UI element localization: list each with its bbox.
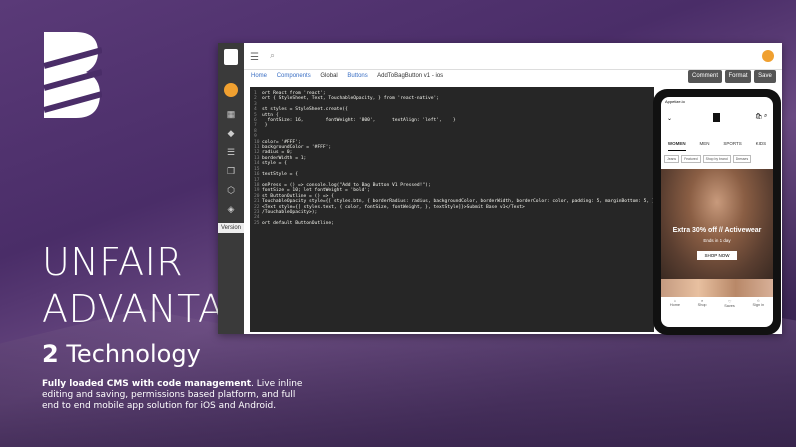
code-line[interactable]: 25 ort default ButtonOutline; <box>254 221 654 226</box>
tab-sports[interactable]: SPORTS <box>723 141 741 151</box>
brand-logo <box>43 32 102 118</box>
nav-saves[interactable]: ♡ Saves <box>724 299 735 315</box>
search-icon[interactable]: ⌕ <box>270 50 275 61</box>
shop-now-button[interactable]: SHOP NOW <box>697 251 737 260</box>
version-tab[interactable]: Version <box>218 223 244 233</box>
phone-screen: Appetize.io ⌄ 🛍 ⌕ WOMEN MEN SPORTS KIDS … <box>661 97 773 327</box>
menu-icon[interactable]: ☰ <box>250 52 260 63</box>
list-icon[interactable]: ☰ <box>226 147 236 157</box>
breadcrumb-global[interactable]: Global <box>320 73 337 79</box>
slide-description: Fully loaded CMS with code management. L… <box>42 379 312 412</box>
desc-bold: Fully loaded CMS with code management <box>42 379 252 389</box>
product-strip-image[interactable] <box>661 279 773 297</box>
code-text[interactable]: TouchableOpacity style={[ styles.btn, { … <box>262 199 654 204</box>
comment-button[interactable]: Comment <box>688 70 722 83</box>
tab-men[interactable]: MEN <box>699 141 709 151</box>
nav-home-label: Home <box>669 303 680 307</box>
breadcrumb-home[interactable]: Home <box>251 73 267 79</box>
chevron-down-icon[interactable]: ⌄ <box>667 115 672 122</box>
code-text[interactable]: <Text style={[ styles.text, { color, fon… <box>262 205 525 210</box>
breadcrumb-components[interactable]: Components <box>277 73 311 79</box>
code-text[interactable]: } <box>262 123 268 128</box>
slide-subtitle: 2 Technology <box>42 340 201 368</box>
code-text[interactable]: fontSize: 16, fontWeight: '800', textAli… <box>262 118 456 123</box>
nav-home[interactable]: ⌂ Home <box>670 299 680 315</box>
cube-icon[interactable]: ⬡ <box>226 185 236 195</box>
code-text[interactable]: ort default ButtonOutline; <box>262 221 334 226</box>
code-text[interactable]: radius = 0; <box>262 150 292 155</box>
code-text[interactable]: ort { StyleSheet, Text, TouchableOpacity… <box>262 96 439 101</box>
tab-women[interactable]: WOMEN <box>667 141 686 151</box>
chip-featured[interactable]: Featured <box>681 155 701 163</box>
nav-saves-label: Saves <box>724 304 735 308</box>
slide-title-line1: UNFAIR <box>42 240 184 284</box>
code-text[interactable]: textStyle = { <box>262 172 298 177</box>
tag-icon[interactable]: ◆ <box>226 128 236 138</box>
bag-icon[interactable]: 🛍 <box>755 113 763 120</box>
app-logo-icon <box>713 113 720 122</box>
subtitle-text: Technology <box>66 340 201 368</box>
hero-title: Extra 30% off // Activewear <box>672 227 762 234</box>
cms-logo-icon <box>224 49 238 65</box>
phone-header: ⌄ 🛍 ⌕ <box>661 109 773 131</box>
code-text[interactable]: st ButtonOutline = () => { <box>262 194 334 199</box>
chip-dresses[interactable]: Dresses <box>732 155 752 163</box>
code-text[interactable]: fontSize = 10; let fontWeight = 'bold'; <box>262 188 370 193</box>
code-editor[interactable]: 1 ort React from 'react'; 2 ort { StyleShee… <box>250 87 654 332</box>
search-icon[interactable]: ⌕ <box>764 113 767 120</box>
hero-subtitle: Ends in 1 day <box>703 238 731 243</box>
subtitle-number: 2 <box>42 340 59 368</box>
cms-topbar <box>218 43 782 70</box>
code-text[interactable]: /TouchableOpacity>); <box>262 210 317 215</box>
save-button[interactable]: Save <box>754 70 776 83</box>
user-avatar-icon[interactable] <box>224 83 238 97</box>
tab-kids[interactable]: KIDS <box>756 141 767 151</box>
chip-shop-by-brand[interactable]: Shop by brand <box>702 155 731 163</box>
copy-icon[interactable]: ❐ <box>226 166 236 176</box>
format-button[interactable]: Format <box>725 70 751 83</box>
code-text[interactable]: color= '#FFF'; <box>262 140 301 145</box>
nav-sign-in[interactable]: ☺ Sign in <box>752 299 764 315</box>
nav-shop-label: Shop <box>697 303 707 307</box>
code-text[interactable]: style = { <box>262 161 287 166</box>
phone-chips: Jeans Featured Shop by brand Dresses <box>664 155 772 163</box>
code-text[interactable]: st styles = StyleSheet.create({ <box>262 107 348 112</box>
phone-tabs: WOMEN MEN SPORTS KIDS <box>661 141 773 151</box>
dashboard-icon[interactable]: ▦ <box>226 109 236 119</box>
phone-status: Appetize.io <box>665 99 685 104</box>
nav-shop[interactable]: ⌕ Shop <box>698 299 707 315</box>
diamond-icon[interactable]: ◈ <box>226 204 236 214</box>
line-number: 25 <box>254 220 260 226</box>
code-text[interactable]: uttn { <box>262 113 279 118</box>
hero-image[interactable] <box>661 169 773 279</box>
code-content[interactable]: 1 ort React from 'react'; 2 ort { StyleShee… <box>254 91 654 226</box>
account-avatar[interactable] <box>762 50 774 62</box>
chip-jeans[interactable]: Jeans <box>664 155 680 163</box>
breadcrumb-current: AddToBagButton v1 - ios <box>377 73 444 79</box>
breadcrumb-buttons[interactable]: Buttons <box>347 73 367 79</box>
breadcrumb: Home Components Global Buttons AddToBagB… <box>251 73 451 79</box>
nav-sign-in-label: Sign in <box>752 303 765 307</box>
cms-sidebar: ▦ ◆ ☰ ❐ ⬡ ◈ Version <box>218 43 244 334</box>
phone-bottom-nav: ⌂ Home ⌕ Shop ♡ Saves ☺ Sign in <box>661 299 773 315</box>
